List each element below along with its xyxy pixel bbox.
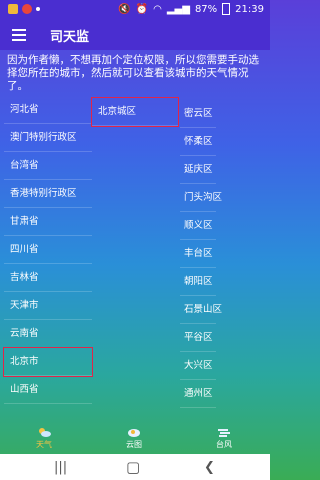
province-item[interactable]: 台湾省 — [4, 152, 92, 180]
alarm-icon: ⏰ — [135, 3, 149, 15]
district-item[interactable]: 朝阳区 — [180, 268, 216, 296]
dot-icon — [36, 7, 40, 11]
bottom-nav: 天气 云图 台风 — [0, 424, 270, 454]
province-item[interactable]: 天津市 — [4, 292, 92, 320]
back-icon[interactable]: ❮ — [204, 460, 215, 475]
province-item[interactable]: 云南省 — [4, 320, 92, 348]
district-item[interactable]: 石景山区 — [180, 296, 222, 324]
district-list: 密云区 怀柔区 延庆区 门头沟区 顺义区 丰台区 朝阳区 石景山区 平谷区 大兴区 通州区 — [180, 100, 222, 408]
district-item[interactable]: 通州区 — [180, 380, 216, 408]
page-title: 司天监 — [50, 30, 90, 45]
tab-typhoon-label: 台风 — [216, 440, 232, 449]
clock: 21:39 — [235, 3, 264, 15]
district-item[interactable]: 怀柔区 — [180, 128, 216, 156]
district-item[interactable]: 大兴区 — [180, 352, 216, 380]
app-bar: 司天监 — [0, 20, 270, 50]
tab-typhoon[interactable]: 台风 — [204, 424, 244, 450]
tab-weather-label: 天气 — [36, 440, 52, 449]
wifi-icon: ◠ — [153, 3, 162, 15]
mute-icon: 🔇 — [118, 3, 131, 15]
battery-icon — [222, 3, 231, 15]
district-item[interactable]: 丰台区 — [180, 240, 216, 268]
district-item[interactable]: 顺义区 — [180, 212, 216, 240]
gallery-icon — [8, 4, 18, 14]
shield-icon — [22, 4, 32, 14]
province-item[interactable]: 澳门特别行政区 — [4, 124, 92, 152]
menu-icon[interactable] — [12, 29, 26, 41]
intro-text: 因为作者懒，不想再加个定位权限，所以您需要手动选择您所在的城市，然后就可以查看该… — [7, 54, 259, 92]
district-item[interactable]: 平谷区 — [180, 324, 216, 352]
province-item[interactable]: 山西省 — [4, 376, 92, 404]
signal-icon: ▂▄▆ — [166, 3, 190, 15]
district-item[interactable]: 门头沟区 — [180, 184, 222, 212]
city-item[interactable]: 北京城区 — [91, 97, 179, 127]
home-icon[interactable]: ▢ — [126, 458, 140, 476]
province-item[interactable]: 香港特别行政区 — [4, 180, 92, 208]
district-item[interactable]: 延庆区 — [180, 156, 216, 184]
tab-cloud-image[interactable]: 云图 — [114, 424, 154, 450]
province-list: 河北省 澳门特别行政区 台湾省 香港特别行政区 甘肃省 四川省 吉林省 天津市 云南省 北京市 山西… — [3, 96, 93, 404]
province-item[interactable]: 四川省 — [4, 236, 92, 264]
typhoon-icon — [218, 429, 230, 437]
cloud-image-icon — [128, 429, 140, 437]
city-list: 北京城区 — [91, 97, 179, 127]
province-item[interactable]: 吉林省 — [4, 264, 92, 292]
province-item[interactable]: 北京市 — [3, 347, 93, 377]
recent-apps-icon[interactable]: ||| — [54, 460, 67, 475]
sun-cloud-icon — [39, 428, 51, 437]
system-nav-bar: ||| ▢ ❮ — [0, 454, 270, 480]
status-bar: 🔇 ⏰ ◠ ▂▄▆ 87% 21:39 — [0, 0, 270, 20]
province-item[interactable]: 甘肃省 — [4, 208, 92, 236]
province-item[interactable]: 河北省 — [4, 96, 92, 124]
tab-cloud-image-label: 云图 — [126, 440, 142, 449]
district-item[interactable]: 密云区 — [180, 100, 216, 128]
battery-percent: 87% — [194, 3, 218, 15]
tab-weather[interactable]: 天气 — [24, 424, 64, 450]
